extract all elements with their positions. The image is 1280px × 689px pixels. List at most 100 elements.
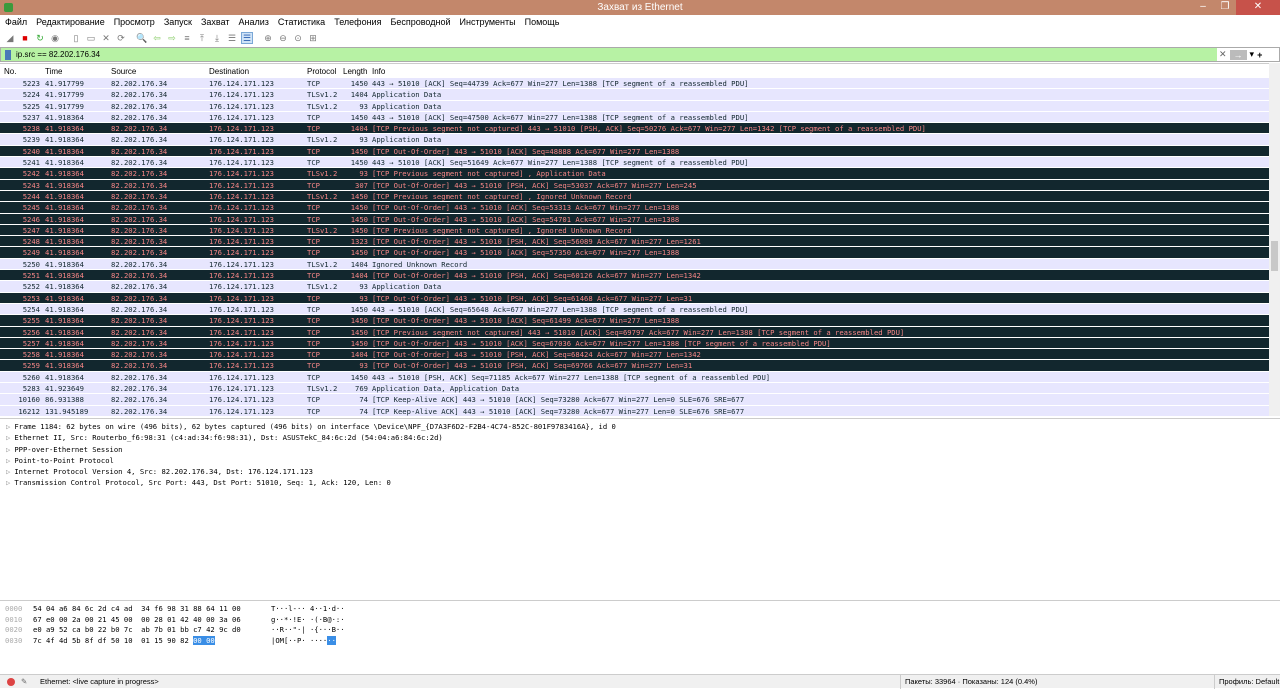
profile-selector[interactable]: Профиль: Default xyxy=(1214,675,1279,689)
packet-row[interactable]: 5250 41.918364 82.202.176.34 176.124.171.12… xyxy=(0,258,1280,271)
menu-item[interactable]: Анализ xyxy=(239,15,269,29)
expand-arrow-icon[interactable]: ▷ xyxy=(6,422,10,431)
packet-row[interactable]: 5247 41.918364 82.202.176.34 176.124.171.12… xyxy=(0,224,1280,237)
packet-row[interactable]: 5244 41.918364 82.202.176.34 176.124.171.12… xyxy=(0,190,1280,203)
column-header-length[interactable]: Length xyxy=(343,67,367,76)
open-file-icon[interactable]: ▯ xyxy=(70,32,82,44)
menu-item[interactable]: Беспроводной xyxy=(390,15,450,29)
menu-item[interactable]: Инструменты xyxy=(460,15,516,29)
save-file-icon[interactable]: ▭ xyxy=(85,32,97,44)
find-packet-icon[interactable]: 🔍 xyxy=(136,32,148,44)
packet-row[interactable]: 5237 41.918364 82.202.176.34 176.124.171.12… xyxy=(0,111,1280,124)
packet-row[interactable]: 5225 41.917799 82.202.176.34 176.124.171.12… xyxy=(0,100,1280,112)
packet-row[interactable]: 5248 41.918364 82.202.176.34 176.124.171.12… xyxy=(0,236,1280,248)
zoom-in-icon[interactable]: ⊕ xyxy=(262,32,274,44)
zoom-out-icon[interactable]: ⊖ xyxy=(277,32,289,44)
menu-item[interactable]: Просмотр xyxy=(114,15,155,29)
column-header-info[interactable]: Info xyxy=(372,67,385,76)
filter-history-dropdown[interactable]: ▾ xyxy=(1250,49,1255,60)
hex-ascii[interactable]: T···l-·· 4··1·d·· xyxy=(271,604,345,615)
packet-list-scrollbar[interactable] xyxy=(1269,63,1280,416)
packet-row[interactable]: 5255 41.918364 82.202.176.34 176.124.171.12… xyxy=(0,315,1280,327)
detail-tree-item[interactable]: ▷ Ethernet II, Src: Routerbo_f6:98:31 (c4… xyxy=(0,432,1280,443)
hex-ascii[interactable]: |OM[··P· ······ xyxy=(271,635,336,647)
packet-row[interactable]: 5245 41.918364 82.202.176.34 176.124.171.12… xyxy=(0,202,1280,214)
expand-arrow-icon[interactable]: ▷ xyxy=(6,433,10,442)
minimize-button[interactable]: – xyxy=(1192,0,1214,15)
packet-row[interactable]: 5283 41.923649 82.202.176.34 176.124.171.12… xyxy=(0,383,1280,395)
expand-arrow-icon[interactable]: ▷ xyxy=(6,445,10,454)
detail-tree-item[interactable]: ▷ Point-to-Point Protocol xyxy=(0,455,1280,466)
column-header-no[interactable]: No. xyxy=(4,67,16,76)
go-back-icon[interactable]: ⇦ xyxy=(151,32,163,44)
column-header-destination[interactable]: Destination xyxy=(209,67,249,76)
hex-bytes[interactable]: 7c 4f 4d 5b 8f df 50 10 01 15 90 82 00 0… xyxy=(33,635,215,647)
packet-row[interactable]: 5249 41.918364 82.202.176.34 176.124.171.12… xyxy=(0,247,1280,259)
column-header-source[interactable]: Source xyxy=(111,67,136,76)
maximize-button[interactable]: ❐ xyxy=(1214,0,1236,15)
packet-row[interactable]: 5254 41.918364 82.202.176.34 176.124.171.12… xyxy=(0,303,1280,316)
close-button[interactable]: ✕ xyxy=(1236,0,1280,15)
display-filter-input[interactable]: ip.src == 82.202.176.34 xyxy=(16,49,100,61)
hex-bytes[interactable]: e0 a9 52 ca b0 22 b0 7c ab 7b 01 bb c7 4… xyxy=(33,625,241,636)
detail-tree-item[interactable]: ▷ PPP-over-Ethernet Session xyxy=(0,444,1280,455)
hex-bytes[interactable]: 54 04 a6 84 6c 2d c4 ad 34 f6 98 31 88 6… xyxy=(33,604,241,615)
apply-filter-button[interactable]: → xyxy=(1229,49,1247,60)
bookmark-icon[interactable] xyxy=(5,50,11,60)
packet-row[interactable]: 5251 41.918364 82.202.176.34 176.124.171.12… xyxy=(0,270,1280,282)
menu-item[interactable]: Захват xyxy=(201,15,230,29)
go-forward-icon[interactable]: ⇨ xyxy=(166,32,178,44)
close-file-icon[interactable]: ✕ xyxy=(100,32,112,44)
packet-row[interactable]: 5223 41.917799 82.202.176.34 176.124.171.12… xyxy=(0,78,1280,90)
packet-row[interactable]: 5256 41.918364 82.202.176.34 176.124.171.12… xyxy=(0,326,1280,338)
add-filter-button[interactable]: + xyxy=(1257,50,1262,60)
menu-item[interactable]: Телефония xyxy=(334,15,381,29)
detail-tree-item[interactable]: ▷ Frame 1184: 62 bytes on wire (496 bits)… xyxy=(0,421,1280,432)
start-capture-icon[interactable]: ◢ xyxy=(4,32,16,44)
packet-row[interactable]: 5242 41.918364 82.202.176.34 176.124.171.12… xyxy=(0,168,1280,180)
hex-ascii[interactable]: ··R··"·| ·{···B·· xyxy=(271,625,345,636)
menu-item[interactable]: Редактирование xyxy=(36,15,105,29)
scrollbar-thumb[interactable] xyxy=(1271,241,1278,271)
capture-options-icon[interactable]: ◉ xyxy=(49,32,61,44)
menu-item[interactable]: Помощь xyxy=(525,15,560,29)
menu-item[interactable]: Запуск xyxy=(164,15,192,29)
hex-bytes[interactable]: 67 e0 00 2a 00 21 45 00 00 28 01 42 40 0… xyxy=(33,615,241,626)
packet-row[interactable]: 5246 41.918364 82.202.176.34 176.124.171.12… xyxy=(0,213,1280,225)
packet-row[interactable]: 5260 41.918364 82.202.176.34 176.124.171.12… xyxy=(0,371,1280,384)
zoom-normal-icon[interactable]: ⊙ xyxy=(292,32,304,44)
packet-row[interactable]: 5224 41.917799 82.202.176.34 176.124.171.12… xyxy=(0,89,1280,101)
packet-row[interactable]: 5252 41.918364 82.202.176.34 176.124.171.12… xyxy=(0,281,1280,293)
go-to-packet-icon[interactable]: ≡ xyxy=(181,32,193,44)
packet-row[interactable]: 5243 41.918364 82.202.176.34 176.124.171.12… xyxy=(0,179,1280,191)
detail-tree-item[interactable]: ▷ Internet Protocol Version 4, Src: 82.20… xyxy=(0,466,1280,477)
column-header-time[interactable]: Time xyxy=(45,67,62,76)
menu-item[interactable]: Файл xyxy=(5,15,27,29)
expert-info-icon[interactable] xyxy=(7,678,15,686)
restart-capture-icon[interactable]: ↻ xyxy=(34,32,46,44)
capture-comment-icon[interactable]: ✎ xyxy=(21,675,27,689)
hex-ascii[interactable]: g··*·!E· ·(·B@·:· xyxy=(271,615,345,626)
colorize-icon[interactable]: ☰ xyxy=(241,32,253,44)
packet-row[interactable]: 5240 41.918364 82.202.176.34 176.124.171.12… xyxy=(0,145,1280,158)
packet-row[interactable]: 5239 41.918364 82.202.176.34 176.124.171.12… xyxy=(0,134,1280,146)
packet-row[interactable]: 5257 41.918364 82.202.176.34 176.124.171.12… xyxy=(0,337,1280,350)
go-first-icon[interactable]: ⤒ xyxy=(196,32,208,44)
expand-arrow-icon[interactable]: ▷ xyxy=(6,467,10,476)
stop-capture-icon[interactable]: ■ xyxy=(19,32,31,44)
packet-row[interactable]: 5241 41.918364 82.202.176.34 176.124.171.12… xyxy=(0,157,1280,169)
expand-arrow-icon[interactable]: ▷ xyxy=(6,456,10,465)
go-last-icon[interactable]: ⤓ xyxy=(211,32,223,44)
packet-row[interactable]: 5259 41.918364 82.202.176.34 176.124.171.12… xyxy=(0,360,1280,372)
clear-filter-button[interactable]: ✕ xyxy=(1219,49,1227,60)
column-header-protocol[interactable]: Protocol xyxy=(307,67,336,76)
resize-columns-icon[interactable]: ⊞ xyxy=(307,32,319,44)
reload-file-icon[interactable]: ⟳ xyxy=(115,32,127,44)
packet-row[interactable]: 10160 86.931388 82.202.176.34 176.124.171.1… xyxy=(0,394,1280,406)
packet-row[interactable]: 16212 131.945189 82.202.176.34 176.124.171.… xyxy=(0,405,1280,417)
detail-tree-item[interactable]: ▷ Transmission Control Protocol, Src Port… xyxy=(0,477,1280,488)
auto-scroll-icon[interactable]: ☰ xyxy=(226,32,238,44)
packet-row[interactable]: 5258 41.918364 82.202.176.34 176.124.171.12… xyxy=(0,349,1280,361)
menu-item[interactable]: Статистика xyxy=(278,15,325,29)
packet-row[interactable]: 5238 41.918364 82.202.176.34 176.124.171.12… xyxy=(0,123,1280,135)
